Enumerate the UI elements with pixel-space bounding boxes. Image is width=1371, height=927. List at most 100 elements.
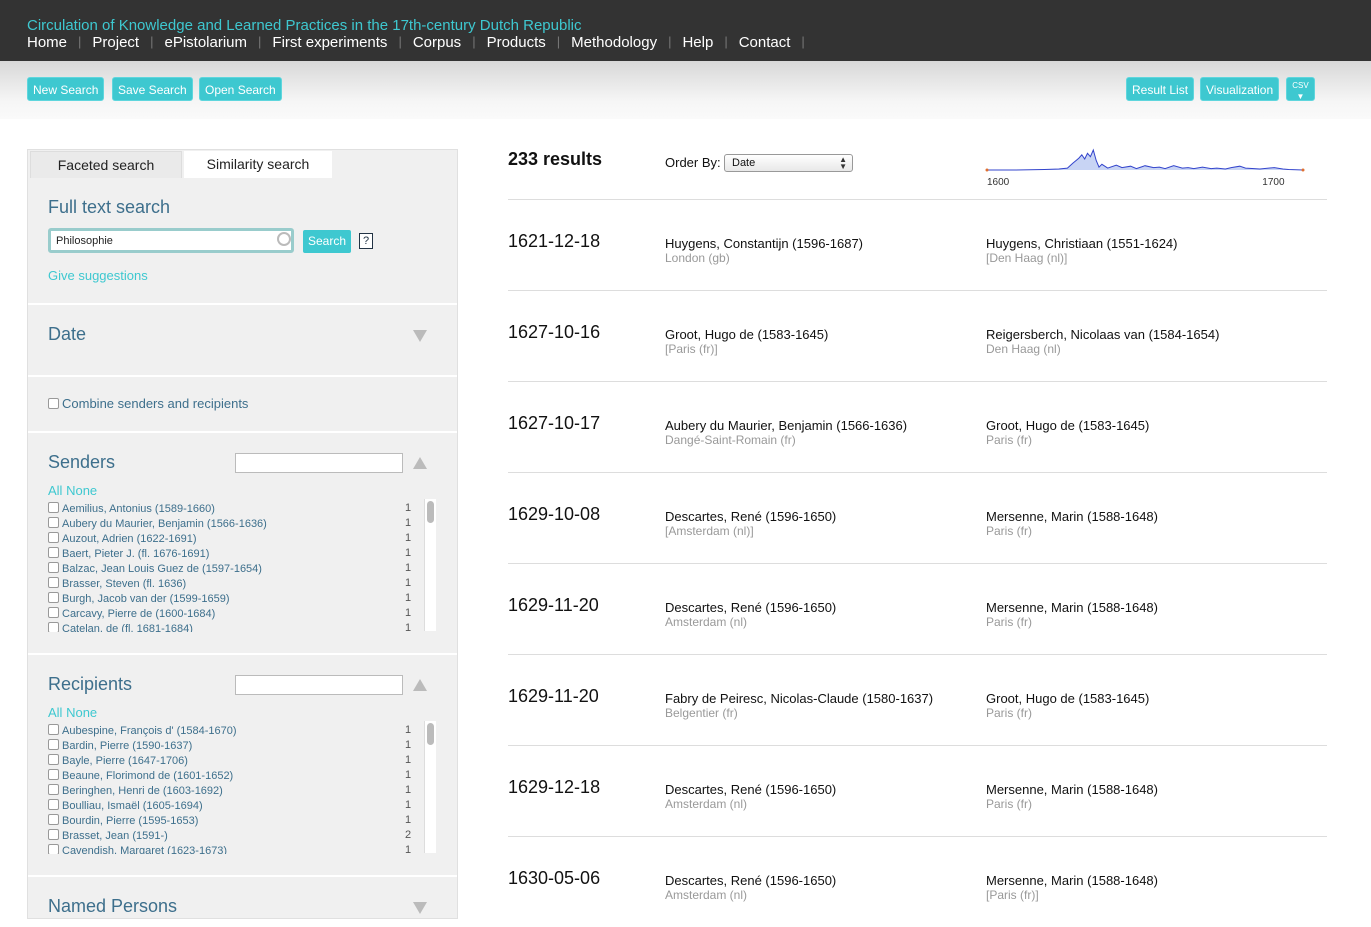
- letter-date[interactable]: 1627-10-16: [508, 322, 600, 343]
- nav-separator: |: [724, 34, 728, 49]
- letter-date[interactable]: 1627-10-17: [508, 413, 600, 434]
- result-row[interactable]: 1630-05-06 Descartes, René (1596-1650) Ams…: [508, 836, 1327, 927]
- csv-export-button[interactable]: CSV ▼: [1286, 77, 1315, 101]
- letter-date[interactable]: 1629-10-08: [508, 504, 600, 525]
- nav-epistolarium[interactable]: ePistolarium: [164, 34, 247, 51]
- senders-scrollbar[interactable]: [424, 499, 436, 631]
- expand-date-icon[interactable]: [413, 330, 427, 342]
- senders-select-all-link[interactable]: All: [48, 483, 62, 498]
- facet-checkbox[interactable]: [48, 724, 59, 735]
- nav-project[interactable]: Project: [92, 34, 139, 51]
- facet-checkbox[interactable]: [48, 799, 59, 810]
- site-title[interactable]: Circulation of Knowledge and Learned Pra…: [27, 17, 582, 34]
- nav-products[interactable]: Products: [487, 34, 546, 51]
- open-search-button[interactable]: Open Search: [199, 77, 282, 101]
- recipients-facet-item[interactable]: Beaune, Florimond de (1601-1652) 1: [48, 769, 438, 784]
- new-search-button[interactable]: New Search: [27, 77, 105, 101]
- senders-scroll-thumb[interactable]: [427, 501, 434, 523]
- facet-checkbox[interactable]: [48, 814, 59, 825]
- help-icon[interactable]: ?: [359, 233, 373, 249]
- senders-facet-item[interactable]: Baert, Pieter J. (fl. 1676-1691) 1: [48, 547, 438, 562]
- result-row[interactable]: 1627-10-16 Groot, Hugo de (1583-1645) [Par…: [508, 290, 1327, 381]
- expand-named-persons-icon[interactable]: [413, 902, 427, 914]
- nav-help[interactable]: Help: [682, 34, 713, 51]
- combine-checkbox[interactable]: [48, 398, 59, 409]
- recipients-facet-item[interactable]: Bayle, Pierre (1647-1706) 1: [48, 754, 438, 769]
- recipients-facet-item[interactable]: Bardin, Pierre (1590-1637) 1: [48, 739, 438, 754]
- senders-facet-item[interactable]: Balzac, Jean Louis Guez de (1597-1654) 1: [48, 562, 438, 577]
- collapse-senders-icon[interactable]: [413, 457, 427, 469]
- senders-select-none-link[interactable]: None: [66, 483, 97, 498]
- result-row[interactable]: 1627-10-17 Aubery du Maurier, Benjamin (1…: [508, 381, 1327, 472]
- facet-checkbox[interactable]: [48, 829, 59, 840]
- facet-checkbox[interactable]: [48, 754, 59, 765]
- recipients-filter-input[interactable]: [235, 675, 403, 695]
- tab-faceted-search[interactable]: Faceted search: [30, 151, 182, 178]
- nav-contact[interactable]: Contact: [739, 34, 791, 51]
- result-row[interactable]: 1621-12-18 Huygens, Constantijn (1596-168…: [508, 199, 1327, 290]
- order-by-select[interactable]: Date ▲ ▼: [724, 154, 853, 172]
- facet-checkbox[interactable]: [48, 532, 59, 543]
- facet-checkbox[interactable]: [48, 739, 59, 750]
- result-row[interactable]: 1629-11-20 Fabry de Peiresc, Nicolas-Clau…: [508, 654, 1327, 745]
- collapse-recipients-icon[interactable]: [413, 679, 427, 691]
- senders-facet-item[interactable]: Carcavy, Pierre de (1600-1684) 1: [48, 607, 438, 622]
- senders-filter-input[interactable]: [235, 453, 403, 473]
- letter-sender: Fabry de Peiresc, Nicolas-Claude (1580-1…: [665, 691, 934, 706]
- timeline-end-label: 1700: [1262, 177, 1285, 188]
- recipients-scrollbar[interactable]: [424, 721, 436, 853]
- tab-similarity-search[interactable]: Similarity search: [184, 151, 332, 178]
- letter-date[interactable]: 1629-11-20: [508, 686, 599, 707]
- search-input[interactable]: [48, 228, 294, 253]
- date-section-title[interactable]: Date: [48, 324, 86, 345]
- facet-checkbox[interactable]: [48, 592, 59, 603]
- save-search-button[interactable]: Save Search: [112, 77, 193, 101]
- senders-facet-item[interactable]: Aubery du Maurier, Benjamin (1566-1636) 1: [48, 517, 438, 532]
- combine-senders-recipients[interactable]: Combine senders and recipients: [48, 396, 248, 411]
- facet-checkbox[interactable]: [48, 607, 59, 618]
- result-list-button[interactable]: Result List: [1126, 77, 1195, 101]
- result-row[interactable]: 1629-11-20 Descartes, René (1596-1650) Ams…: [508, 563, 1327, 654]
- letter-date[interactable]: 1630-05-06: [508, 868, 600, 889]
- facet-item-name: Catelan, de (fl. 1681-1684): [62, 623, 193, 632]
- timeline-sparkline[interactable]: 1600 1700: [985, 148, 1307, 190]
- recipients-scroll-thumb[interactable]: [427, 723, 434, 745]
- nav-home[interactable]: Home: [27, 34, 67, 51]
- nav-separator: |: [801, 34, 805, 49]
- facet-checkbox[interactable]: [48, 502, 59, 513]
- recipients-select-all-link[interactable]: All: [48, 705, 62, 720]
- result-row[interactable]: 1629-10-08 Descartes, René (1596-1650) [Am…: [508, 472, 1327, 563]
- recipients-facet-item[interactable]: Aubespine, François d' (1584-1670) 1: [48, 724, 438, 739]
- recipients-facet-item[interactable]: Brasset, Jean (1591-) 2: [48, 829, 438, 844]
- recipients-facet-item[interactable]: Boulliau, Ismaël (1605-1694) 1: [48, 799, 438, 814]
- facet-checkbox[interactable]: [48, 622, 59, 632]
- recipients-facet-item[interactable]: Beringhen, Henri de (1603-1692) 1: [48, 784, 438, 799]
- facet-checkbox[interactable]: [48, 844, 59, 854]
- senders-facet-item[interactable]: Brasser, Steven (fl. 1636) 1: [48, 577, 438, 592]
- senders-facet-item[interactable]: Auzout, Adrien (1622-1691) 1: [48, 532, 438, 547]
- visualization-button[interactable]: Visualization: [1200, 77, 1280, 101]
- facet-checkbox[interactable]: [48, 577, 59, 588]
- facet-checkbox[interactable]: [48, 769, 59, 780]
- search-button[interactable]: Search: [303, 230, 352, 253]
- facet-item-count: 1: [405, 592, 412, 604]
- nav-methodology[interactable]: Methodology: [571, 34, 657, 51]
- results-count: 233 results: [508, 149, 603, 169]
- nav-first-experiments[interactable]: First experiments: [272, 34, 387, 51]
- letter-date[interactable]: 1629-11-20: [508, 595, 599, 616]
- nav-corpus[interactable]: Corpus: [413, 34, 461, 51]
- facet-checkbox[interactable]: [48, 547, 59, 558]
- senders-facet-item[interactable]: Aemilius, Antonius (1589-1660) 1: [48, 502, 438, 517]
- senders-facet-item[interactable]: Burgh, Jacob van der (1599-1659) 1: [48, 592, 438, 607]
- facet-checkbox[interactable]: [48, 517, 59, 528]
- give-suggestions-link[interactable]: Give suggestions: [48, 268, 148, 283]
- result-row[interactable]: 1629-12-18 Descartes, René (1596-1650) Ams…: [508, 745, 1327, 836]
- recipients-facet-item[interactable]: Bourdin, Pierre (1595-1653) 1: [48, 814, 438, 829]
- facet-checkbox[interactable]: [48, 562, 59, 573]
- senders-facet-item[interactable]: Catelan, de (fl. 1681-1684) 1: [48, 622, 438, 632]
- facet-checkbox[interactable]: [48, 784, 59, 795]
- recipients-facet-item[interactable]: Cavendish, Margaret (1623-1673) 1: [48, 844, 438, 854]
- recipients-select-none-link[interactable]: None: [66, 705, 97, 720]
- letter-date[interactable]: 1621-12-18: [508, 231, 600, 252]
- letter-date[interactable]: 1629-12-18: [508, 777, 600, 798]
